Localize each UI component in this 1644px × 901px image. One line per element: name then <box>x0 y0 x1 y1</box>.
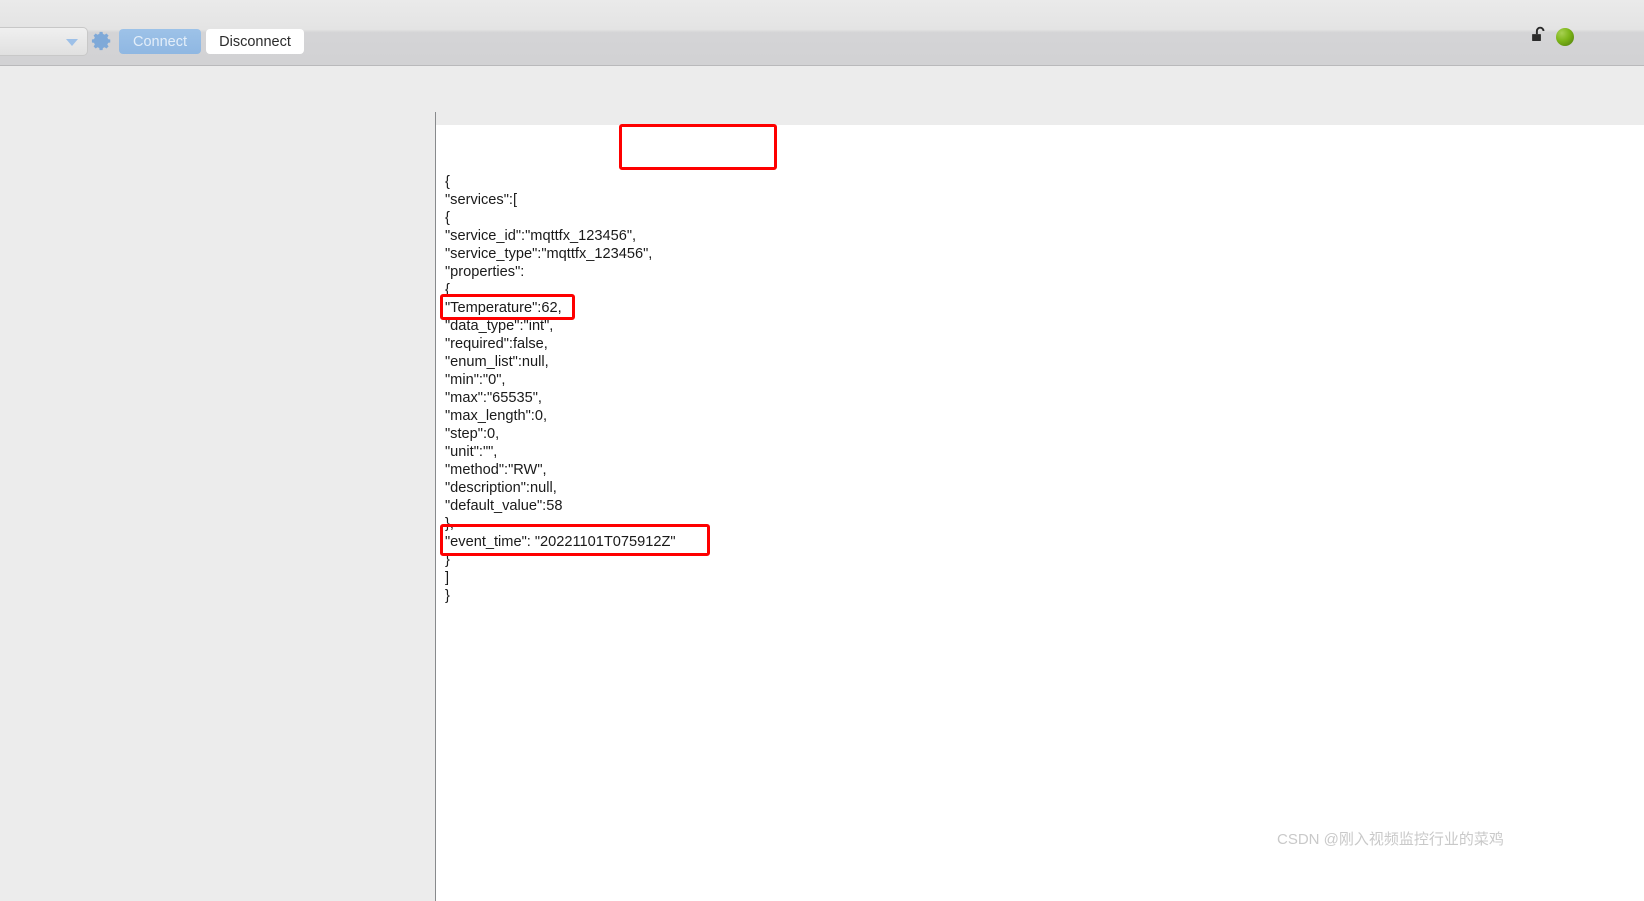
unlock-icon <box>1529 24 1551 46</box>
left-side-panel <box>0 125 435 901</box>
chevron-down-icon <box>66 39 78 46</box>
gear-icon[interactable] <box>91 30 113 52</box>
connection-status-indicator <box>1556 28 1574 46</box>
watermark: CSDN @刚入视频监控行业的菜鸡 <box>1277 831 1504 848</box>
publish-topic-bar: « Publish Qo... Qo... Qo... Retained <box>436 125 1644 282</box>
connect-button[interactable]: Connect <box>119 29 201 54</box>
disconnect-button[interactable]: Disconnect <box>206 29 304 54</box>
tab-bar: Broker Status Log <box>0 66 1644 168</box>
payload-editor[interactable]: { "services":[ { "service_id":"mqttfx_12… <box>440 168 1640 868</box>
broker-profile-combo[interactable] <box>0 27 88 56</box>
top-toolbar: Connect Disconnect <box>0 0 1644 66</box>
